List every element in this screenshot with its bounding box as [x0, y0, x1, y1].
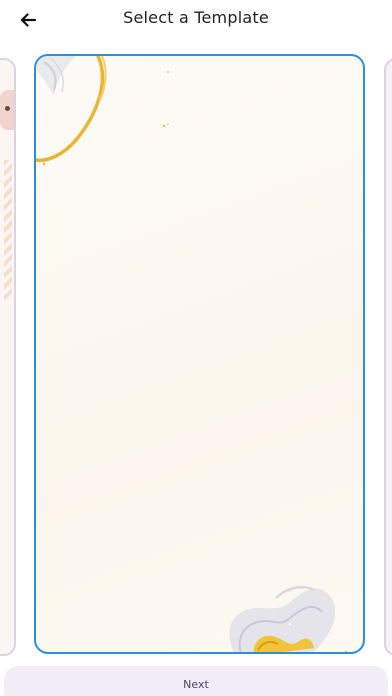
gold-speckle-decoration-small [167, 71, 169, 73]
template-card-selected[interactable] [34, 54, 365, 654]
template-selection-screen: Select a Template Next [0, 0, 392, 696]
next-button[interactable]: Next [4, 666, 388, 696]
marble-gold-corner-decoration-bottom [229, 586, 348, 652]
page-title: Select a Template [123, 8, 269, 27]
marble-gold-corner-decoration-top [36, 56, 107, 166]
floral-decoration-dot [5, 106, 10, 111]
header: Select a Template [0, 0, 392, 40]
template-carousel[interactable] [0, 50, 392, 658]
stripe-decoration [4, 160, 12, 300]
template-card-previous[interactable] [0, 58, 16, 656]
gold-speckle-decoration [162, 123, 169, 128]
template-card-next[interactable] [384, 58, 392, 656]
